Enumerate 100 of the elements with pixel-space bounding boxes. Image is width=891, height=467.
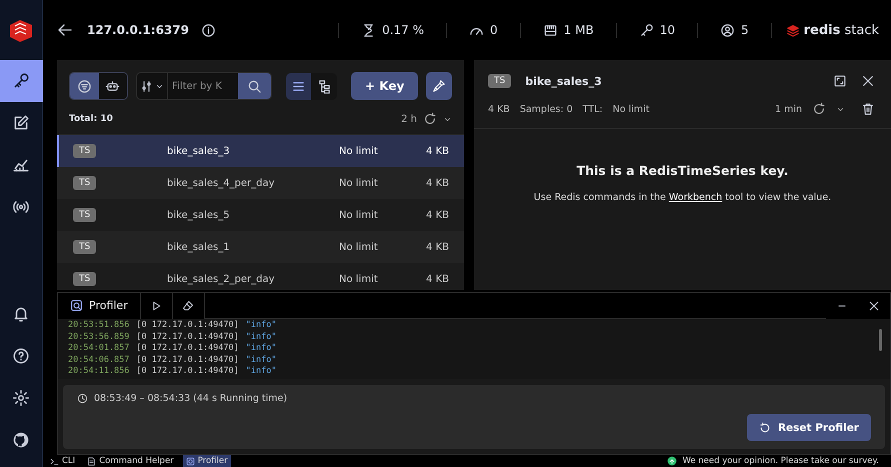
running-time: 08:53:49 – 08:54:33 (44 s Running time) bbox=[94, 393, 288, 404]
key-row[interactable]: TS bike_sales_3 No limit 4 KB bbox=[57, 135, 464, 167]
log-line: 20:54:01.857 [0 172.17.0.1:49470] "info" bbox=[68, 343, 278, 354]
user-icon bbox=[720, 22, 735, 38]
clock-icon bbox=[77, 393, 88, 404]
stat-value: 5 bbox=[740, 23, 749, 37]
stat-value: 1 MB bbox=[564, 23, 594, 37]
search-bar[interactable]: Filter by K bbox=[136, 72, 272, 100]
stat-value: 10 bbox=[660, 23, 675, 37]
brand-name: redis stack bbox=[804, 22, 879, 38]
type-heading: This is a RedisTimeSeries key. bbox=[576, 163, 788, 178]
key-ttl: No limit bbox=[339, 146, 379, 156]
view-toggle-button[interactable] bbox=[311, 72, 337, 100]
refresh-button[interactable] bbox=[423, 112, 437, 126]
filter-mode-button[interactable] bbox=[98, 73, 128, 99]
document-icon bbox=[87, 456, 96, 466]
log-line: 20:54:11.856 [0 172.17.0.1:49470] "info" bbox=[68, 366, 278, 378]
stat-value: 0.17 % bbox=[382, 23, 424, 37]
key-ttl: No limit bbox=[339, 274, 379, 284]
key-name: bike_sales_5 bbox=[167, 210, 231, 220]
type-badge: TS bbox=[488, 74, 512, 88]
close-icon bbox=[861, 74, 875, 88]
key-title: bike_sales_3 bbox=[525, 74, 603, 88]
back-arrow-icon bbox=[57, 22, 73, 38]
refresh-icon bbox=[812, 102, 826, 116]
key-icon bbox=[12, 72, 30, 90]
search-icon bbox=[246, 78, 262, 94]
settings-icon bbox=[12, 389, 30, 407]
clear-button[interactable] bbox=[172, 292, 205, 318]
delete-button[interactable] bbox=[861, 102, 875, 116]
bottom-tab[interactable]: CLI bbox=[47, 455, 78, 467]
search-button[interactable] bbox=[238, 73, 271, 99]
eraser-icon bbox=[182, 300, 194, 312]
key-name: bike_sales_3 bbox=[167, 146, 231, 156]
ttl-value: No limit bbox=[612, 104, 650, 114]
view-toggle-button[interactable] bbox=[286, 72, 312, 100]
stat-value: 0 bbox=[490, 23, 498, 37]
close-button[interactable] bbox=[861, 74, 875, 88]
bell-icon bbox=[12, 305, 30, 323]
log-line: 20:54:06.857 [0 172.17.0.1:49470] "info" bbox=[68, 354, 278, 366]
type-badge: TS bbox=[73, 208, 96, 222]
host-address: 127.0.0.1:6379 bbox=[87, 23, 189, 37]
profiler-icon bbox=[70, 299, 83, 312]
key-name: bike_sales_2_per_day bbox=[167, 274, 276, 284]
key-row[interactable]: TS bike_sales_4_per_day No limit 4 KB bbox=[57, 167, 464, 199]
key-size: 4 KB bbox=[425, 210, 449, 220]
help-message: Use Redis commands in the Workbench tool to view the value. bbox=[534, 192, 832, 203]
bottom-tab[interactable]: Profiler bbox=[182, 455, 231, 467]
type-badge: TS bbox=[73, 176, 96, 190]
filter-icon bbox=[76, 78, 92, 94]
profiler-tab[interactable]: Profiler bbox=[58, 292, 141, 318]
bulk-actions-button[interactable] bbox=[426, 72, 452, 100]
key-ttl: No limit bbox=[339, 242, 379, 252]
key-size: 4 KB bbox=[425, 146, 449, 156]
key-size: 4 KB bbox=[425, 242, 449, 252]
refresh-age: 2 h bbox=[401, 114, 417, 124]
memory-card-icon bbox=[542, 22, 558, 38]
help-icon bbox=[12, 347, 30, 365]
stack-icon bbox=[786, 23, 800, 37]
survey-icon bbox=[667, 456, 678, 466]
refresh-icon bbox=[423, 112, 437, 126]
log-line: 20:53:51.856 [0 172.17.0.1:49470] "info" bbox=[68, 320, 278, 332]
key-name: bike_sales_1 bbox=[167, 242, 231, 252]
log-line: 20:53:56.859 [0 172.17.0.1:49470] "info" bbox=[68, 332, 278, 343]
survey-link[interactable]: We need your opinion. Please take our survey. bbox=[682, 456, 879, 466]
key-size: 4 KB bbox=[488, 104, 510, 114]
key-ttl: No limit bbox=[339, 178, 379, 188]
close-icon bbox=[868, 300, 880, 312]
key-size: 4 KB bbox=[425, 274, 449, 284]
back-button[interactable] bbox=[57, 22, 73, 38]
robot-icon bbox=[105, 78, 120, 94]
bottom-tab[interactable]: Command Helper bbox=[84, 455, 177, 467]
trash-icon bbox=[861, 102, 875, 116]
add-key-button[interactable]: + Key bbox=[351, 72, 418, 100]
broadcast-icon bbox=[12, 198, 30, 216]
octocat-icon bbox=[12, 431, 30, 449]
profiler-icon bbox=[186, 456, 195, 466]
sidebar-item[interactable] bbox=[0, 60, 42, 102]
workbench-link[interactable]: Workbench bbox=[668, 192, 722, 203]
key-icon bbox=[638, 22, 654, 38]
terminal-icon bbox=[50, 456, 59, 466]
key-ttl: No limit bbox=[339, 210, 379, 220]
refresh-age: 1 min bbox=[775, 104, 802, 114]
ttl-label: TTL: bbox=[582, 104, 603, 114]
info-button[interactable] bbox=[200, 22, 216, 38]
reset-profiler-button[interactable]: Reset Profiler bbox=[746, 414, 871, 441]
tree-icon bbox=[316, 78, 332, 94]
sliders-icon bbox=[140, 80, 154, 92]
edit-icon bbox=[12, 114, 30, 132]
type-badge: TS bbox=[73, 272, 96, 286]
key-name: bike_sales_4_per_day bbox=[167, 178, 276, 188]
refresh-icon bbox=[758, 422, 771, 434]
total-count: Total: 10 bbox=[69, 114, 113, 124]
info-icon bbox=[200, 22, 216, 38]
key-size: 4 KB bbox=[425, 178, 449, 188]
type-badge: TS bbox=[73, 240, 96, 254]
key-row[interactable]: TS bike_sales_1 No limit 4 KB bbox=[57, 231, 464, 263]
fullscreen-button[interactable] bbox=[833, 74, 847, 88]
refresh-button[interactable] bbox=[812, 102, 826, 116]
logo-icon bbox=[8, 17, 34, 43]
